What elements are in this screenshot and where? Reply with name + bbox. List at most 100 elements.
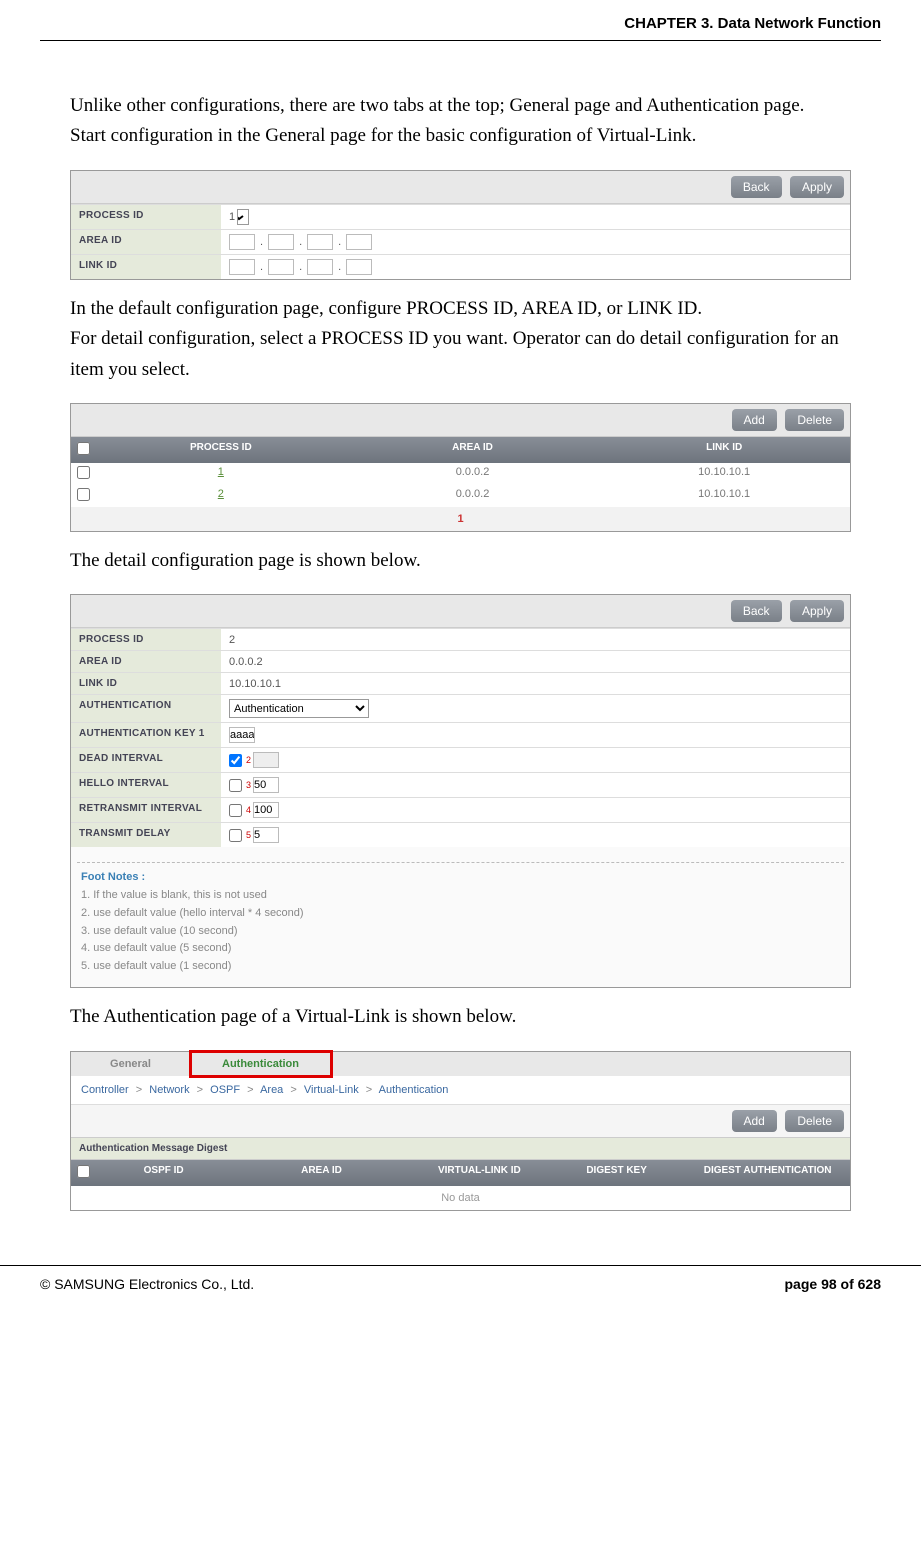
pid-link[interactable]: 2 xyxy=(218,488,224,500)
val-process-id: 2 xyxy=(221,629,850,650)
label-area-id: AREA ID xyxy=(71,651,221,672)
table-header: OSPF ID AREA ID VIRTUAL-LINK ID DIGEST K… xyxy=(71,1160,850,1186)
header-checkbox[interactable] xyxy=(77,442,90,455)
footnote-3: 3. use default value (10 second) xyxy=(81,923,840,941)
pager[interactable]: 1 xyxy=(71,507,850,531)
label-process-id: PROCESS ID xyxy=(71,629,221,650)
cell-area: 0.0.0.2 xyxy=(347,488,599,504)
p1-line1: Unlike other configurations, there are t… xyxy=(70,95,804,116)
panel-auth: General Authentication Controller > Netw… xyxy=(70,1051,851,1211)
label-area-id: AREA ID xyxy=(71,230,221,254)
label-authentication: AUTHENTICATION xyxy=(71,695,221,722)
col-digest-auth: DIGEST AUTHENTICATION xyxy=(685,1165,850,1181)
footer-page: page 98 of 628 xyxy=(785,1276,882,1292)
label-dead: DEAD INTERVAL xyxy=(71,748,221,772)
button-row: Back Apply xyxy=(71,595,850,628)
crumb-ospf[interactable]: OSPF xyxy=(210,1084,240,1096)
table-row: 2 0.0.0.2 10.10.10.1 xyxy=(71,485,850,507)
col-ospf-id: OSPF ID xyxy=(95,1165,232,1181)
table-row: 1 0.0.0.2 10.10.10.1 xyxy=(71,463,850,485)
p2-line2: For detail configuration, select a PROCE… xyxy=(70,328,839,379)
paragraph-3: The detail configuration page is shown b… xyxy=(70,546,851,576)
dashed-sep xyxy=(77,862,844,863)
crumb-controller[interactable]: Controller xyxy=(81,1084,129,1096)
cell-area: 0.0.0.2 xyxy=(347,466,599,482)
link-id-oct4[interactable] xyxy=(346,259,372,275)
dead-input xyxy=(253,752,279,768)
cell-link: 10.10.10.1 xyxy=(598,466,850,482)
crumb-area[interactable]: Area xyxy=(260,1084,283,1096)
button-row: Add Delete xyxy=(71,1105,850,1137)
back-button[interactable]: Back xyxy=(731,600,782,622)
area-id-oct4[interactable] xyxy=(346,234,372,250)
label-process-id: PROCESS ID xyxy=(71,205,221,229)
footnotes-title: Foot Notes : xyxy=(71,871,850,887)
page-header: CHAPTER 3. Data Network Function xyxy=(0,0,921,40)
panel-detail: Back Apply PROCESS ID 2 AREA ID 0.0.0.2 … xyxy=(70,594,851,988)
back-button[interactable]: Back xyxy=(731,176,782,198)
crumb-network[interactable]: Network xyxy=(149,1084,189,1096)
row-checkbox[interactable] xyxy=(77,488,90,501)
page-footer: © SAMSUNG Electronics Co., Ltd. page 98 … xyxy=(0,1265,921,1312)
paragraph-4: The Authentication page of a Virtual-Lin… xyxy=(70,1002,851,1032)
retransmit-checkbox[interactable] xyxy=(229,804,242,817)
footnote-4: 4. use default value (5 second) xyxy=(81,940,840,958)
label-auth-key: AUTHENTICATION KEY 1 xyxy=(71,723,221,747)
table-header: PROCESS ID AREA ID LINK ID xyxy=(71,437,850,463)
area-id-oct2[interactable] xyxy=(268,234,294,250)
paragraph-2: In the default configuration page, confi… xyxy=(70,294,851,385)
col-area-id: AREA ID xyxy=(232,1165,410,1181)
area-id-oct3[interactable] xyxy=(307,234,333,250)
label-link-id: LINK ID xyxy=(71,255,221,279)
val-link-id: 10.10.10.1 xyxy=(221,673,850,694)
col-vlink-id: VIRTUAL-LINK ID xyxy=(411,1165,548,1181)
label-transmit: TRANSMIT DELAY xyxy=(71,823,221,847)
add-button[interactable]: Add xyxy=(732,1110,777,1132)
paragraph-1: Unlike other configurations, there are t… xyxy=(70,91,851,152)
col-digest-key: DIGEST KEY xyxy=(548,1165,685,1181)
crumb-virtual-link[interactable]: Virtual-Link xyxy=(304,1084,359,1096)
pid-link[interactable]: 1 xyxy=(218,466,224,478)
tabs: General Authentication xyxy=(71,1052,850,1076)
link-id-oct2[interactable] xyxy=(268,259,294,275)
apply-button[interactable]: Apply xyxy=(790,600,844,622)
row-checkbox[interactable] xyxy=(77,466,90,479)
crumb-authentication: Authentication xyxy=(379,1084,449,1096)
val-area-id: 0.0.0.2 xyxy=(221,651,850,672)
delete-button[interactable]: Delete xyxy=(785,1110,844,1132)
retransmit-input[interactable] xyxy=(253,802,279,818)
tab-authentication[interactable]: Authentication xyxy=(191,1052,331,1076)
delete-button[interactable]: Delete xyxy=(785,409,844,431)
hello-checkbox[interactable] xyxy=(229,779,242,792)
auth-select[interactable]: Authentication xyxy=(229,699,369,718)
col-area-id: AREA ID xyxy=(347,442,599,458)
footnote-1: 1. If the value is blank, this is not us… xyxy=(81,887,840,905)
tab-general[interactable]: General xyxy=(71,1052,191,1076)
transmit-input[interactable] xyxy=(253,827,279,843)
area-id-oct1[interactable] xyxy=(229,234,255,250)
p1-line2: Start configuration in the General page … xyxy=(70,125,696,146)
panel-list: Add Delete PROCESS ID AREA ID LINK ID 1 … xyxy=(70,403,851,532)
dead-checkbox[interactable] xyxy=(229,754,242,767)
auth-key-input[interactable] xyxy=(229,727,255,743)
footer-copyright: © SAMSUNG Electronics Co., Ltd. xyxy=(40,1276,254,1292)
link-id-oct3[interactable] xyxy=(307,259,333,275)
cell-link: 10.10.10.1 xyxy=(598,488,850,504)
apply-button[interactable]: Apply xyxy=(790,176,844,198)
process-id-value: 1 xyxy=(229,211,235,223)
button-row: Add Delete xyxy=(71,404,850,437)
header-checkbox[interactable] xyxy=(77,1165,90,1178)
hello-input[interactable] xyxy=(253,777,279,793)
col-process-id: PROCESS ID xyxy=(95,442,347,458)
add-button[interactable]: Add xyxy=(732,409,777,431)
link-id-oct1[interactable] xyxy=(229,259,255,275)
p2-line1: In the default configuration page, confi… xyxy=(70,298,702,319)
footnotes: 1. If the value is blank, this is not us… xyxy=(71,887,850,987)
transmit-checkbox[interactable] xyxy=(229,829,242,842)
process-id-select[interactable] xyxy=(237,209,249,225)
label-retransmit: RETRANSMIT INTERVAL xyxy=(71,798,221,822)
button-row: Back Apply xyxy=(71,171,850,204)
col-link-id: LINK ID xyxy=(598,442,850,458)
label-link-id: LINK ID xyxy=(71,673,221,694)
section-heading: Authentication Message Digest xyxy=(71,1137,850,1160)
